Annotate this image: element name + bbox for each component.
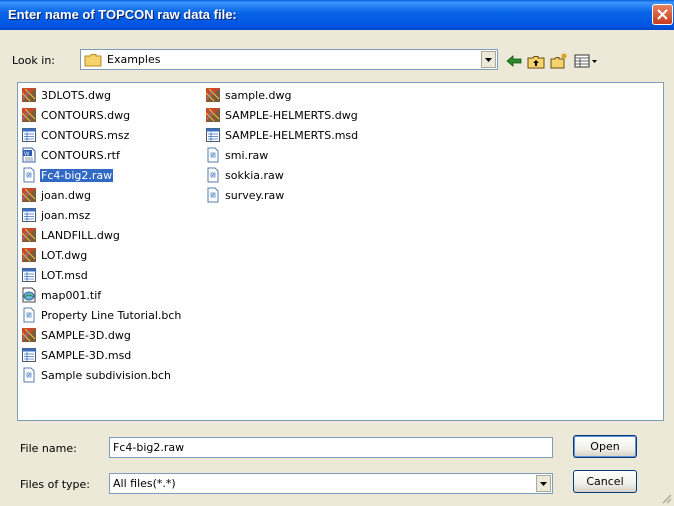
file-item-label: SAMPLE-HELMERTS.msd [225, 128, 359, 142]
dwg-file-icon [21, 187, 37, 203]
file-item[interactable]: 3DLOTS.dwg [21, 85, 182, 105]
file-item-label: sample.dwg [225, 88, 292, 102]
file-item-label: joan.dwg [41, 188, 91, 202]
dwg-file-icon [205, 87, 221, 103]
chevron-down-icon[interactable] [481, 51, 496, 68]
file-item[interactable]: sokkia.raw [205, 165, 359, 185]
open-button-label: Open [590, 440, 620, 453]
file-item[interactable]: SAMPLE-HELMERTS.msd [205, 125, 359, 145]
generic-file-icon [205, 147, 221, 163]
up-folder-icon [527, 55, 545, 68]
up-folder-button[interactable] [526, 52, 546, 70]
file-item-label: SAMPLE-3D.msd [41, 348, 132, 362]
folder-icon [84, 53, 102, 70]
look-in-label: Look in: [12, 54, 55, 67]
generic-file-icon [21, 167, 37, 183]
file-item[interactable]: CONTOURS.msz [21, 125, 182, 145]
title-bar[interactable]: Enter name of TOPCON raw data file: [0, 0, 674, 30]
dwg-file-icon [21, 247, 37, 263]
file-item-label: LANDFILL.dwg [41, 228, 120, 242]
data-file-icon [21, 347, 37, 363]
file-item[interactable]: Fc4-big2.raw [21, 165, 182, 185]
data-file-icon [21, 267, 37, 283]
data-file-icon [21, 127, 37, 143]
file-item-label: LOT.msd [41, 268, 88, 282]
open-button[interactable]: Open [573, 435, 637, 458]
close-button[interactable] [652, 4, 673, 25]
cancel-button-label: Cancel [586, 475, 624, 488]
file-type-label: Files of type: [20, 478, 91, 491]
file-item-label: sokkia.raw [225, 168, 284, 182]
file-item[interactable]: Property Line Tutorial.bch [21, 305, 182, 325]
view-menu-icon [574, 54, 597, 68]
file-item[interactable]: LOT.msd [21, 265, 182, 285]
image-file-icon [21, 287, 37, 303]
dwg-file-icon [21, 107, 37, 123]
view-menu-button[interactable] [573, 52, 599, 70]
file-item-label: CONTOURS.rtf [41, 148, 120, 162]
file-name-label: File name: [20, 442, 77, 455]
data-file-icon [21, 207, 37, 223]
file-item-label: Property Line Tutorial.bch [41, 308, 182, 322]
dwg-file-icon [21, 227, 37, 243]
file-item-label: CONTOURS.msz [41, 128, 130, 142]
new-folder-button[interactable] [549, 52, 569, 70]
file-item-label: LOT.dwg [41, 248, 88, 262]
resize-grip-icon[interactable] [660, 492, 672, 504]
chevron-down-icon[interactable] [536, 475, 551, 492]
dwg-file-icon [21, 87, 37, 103]
file-item-label: CONTOURS.dwg [41, 108, 131, 122]
file-list-column-1: 3DLOTS.dwg CONTOURS.dwg CONTOURS.msz W CONTO… [21, 85, 182, 385]
file-item[interactable]: survey.raw [205, 185, 359, 205]
file-item[interactable]: joan.msz [21, 205, 182, 225]
file-name-value: Fc4-big2.raw [113, 441, 185, 454]
file-item-label: SAMPLE-HELMERTS.dwg [225, 108, 358, 122]
close-icon [657, 9, 668, 20]
file-item[interactable]: map001.tif [21, 285, 182, 305]
file-item[interactable]: sample.dwg [205, 85, 359, 105]
dwg-file-icon [205, 107, 221, 123]
file-item-label: Fc4-big2.raw [38, 167, 115, 183]
file-item[interactable]: CONTOURS.dwg [21, 105, 182, 125]
file-item[interactable]: LANDFILL.dwg [21, 225, 182, 245]
generic-file-icon [21, 367, 37, 383]
file-item[interactable]: joan.dwg [21, 185, 182, 205]
file-item[interactable]: LOT.dwg [21, 245, 182, 265]
file-item[interactable]: SAMPLE-HELMERTS.dwg [205, 105, 359, 125]
file-list-column-2: sample.dwg SAMPLE-HELMERTS.dwg SAMPLE-HELM… [205, 85, 359, 205]
file-type-select[interactable]: All files(*.*) [109, 473, 553, 494]
file-item-label: SAMPLE-3D.dwg [41, 328, 131, 342]
generic-file-icon [205, 187, 221, 203]
cancel-button[interactable]: Cancel [573, 470, 637, 493]
new-folder-icon [550, 53, 567, 69]
file-item-label: survey.raw [225, 188, 285, 202]
file-item-label: smi.raw [225, 148, 269, 162]
file-name-input[interactable]: Fc4-big2.raw [109, 437, 553, 458]
generic-file-icon [205, 167, 221, 183]
look-in-combo[interactable]: Examples [80, 49, 498, 70]
svg-text:W: W [24, 152, 30, 158]
file-item[interactable]: W CONTOURS.rtf [21, 145, 182, 165]
data-file-icon [205, 127, 221, 143]
file-item[interactable]: SAMPLE-3D.msd [21, 345, 182, 365]
back-button[interactable] [504, 52, 524, 70]
file-type-value: All files(*.*) [113, 477, 176, 490]
file-item[interactable]: smi.raw [205, 145, 359, 165]
rtf-file-icon: W [21, 147, 37, 163]
back-arrow-icon [506, 55, 522, 67]
dwg-file-icon [21, 327, 37, 343]
file-item-label: joan.msz [41, 208, 91, 222]
look-in-value: Examples [107, 53, 161, 66]
file-item-label: map001.tif [41, 288, 102, 302]
file-item-label: 3DLOTS.dwg [41, 88, 112, 102]
file-item-label: Sample subdivision.bch [41, 368, 172, 382]
dialog-title: Enter name of TOPCON raw data file: [8, 7, 237, 22]
file-open-dialog: Enter name of TOPCON raw data file: Look… [0, 0, 674, 506]
file-item[interactable]: Sample subdivision.bch [21, 365, 182, 385]
file-list[interactable]: 3DLOTS.dwg CONTOURS.dwg CONTOURS.msz W CONTO… [17, 82, 664, 421]
generic-file-icon [21, 307, 37, 323]
file-item[interactable]: SAMPLE-3D.dwg [21, 325, 182, 345]
